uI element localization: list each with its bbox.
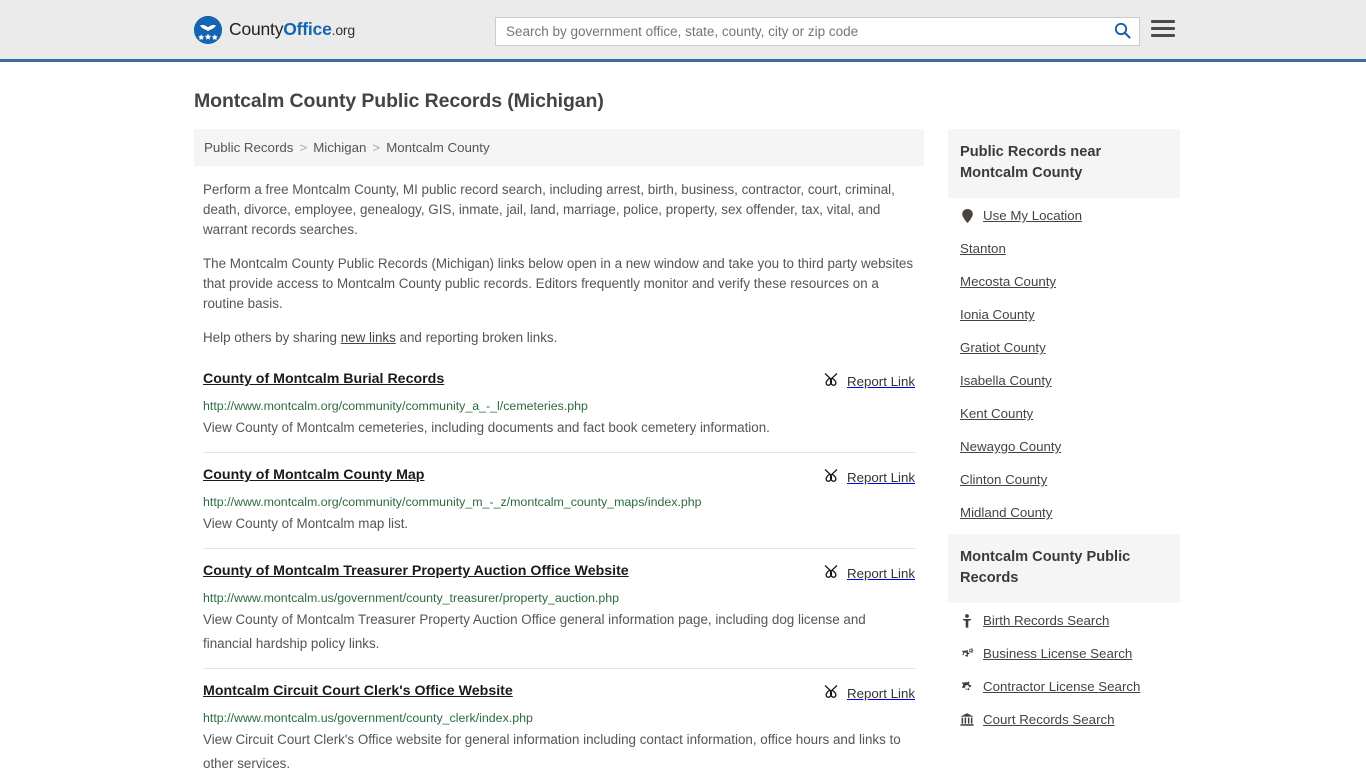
record-entry-url: http://www.montcalm.us/government/county… (203, 591, 619, 605)
sidebar-item-birth-records-search[interactable]: Birth Records Search (960, 603, 1168, 636)
record-entry-title[interactable]: County of Montcalm Treasurer Property Au… (203, 562, 643, 580)
sidebar-link-label[interactable]: Newaygo County (960, 439, 1061, 454)
record-entry-description: View County of Montcalm Treasurer Proper… (203, 612, 866, 651)
intro-paragraph-1: Perform a free Montcalm County, MI publi… (203, 182, 895, 237)
sidebar-link-label[interactable]: Mecosta County (960, 274, 1056, 289)
cogs-icon (960, 647, 974, 661)
breadcrumb-item-public-records[interactable]: Public Records (204, 140, 293, 155)
report-link-label: Report Link (847, 566, 915, 581)
sidebar-item-mecosta-county[interactable]: Mecosta County (960, 264, 1168, 297)
record-entry-url: http://www.montcalm.org/community/commun… (203, 495, 702, 509)
record-entry: County of Montcalm County Map Report Lin… (203, 452, 915, 548)
sidebar-item-stanton[interactable]: Stanton (960, 231, 1168, 264)
report-link-button[interactable]: Report Link (823, 370, 915, 392)
sidebar-link-label[interactable]: Midland County (960, 505, 1052, 520)
sidebar-item-isabella-county[interactable]: Isabella County (960, 363, 1168, 396)
intro-text: Perform a free Montcalm County, MI publi… (194, 180, 924, 348)
courthouse-icon (960, 713, 974, 726)
record-entry: Montcalm Circuit Court Clerk's Office We… (203, 668, 915, 768)
sidebar-link-label[interactable]: Gratiot County (960, 340, 1046, 355)
report-link-label: Report Link (847, 374, 915, 389)
sidebar-link-label[interactable]: Court Records Search (983, 712, 1115, 727)
breadcrumb-item-michigan[interactable]: Michigan (313, 140, 366, 155)
record-entry-description: View County of Montcalm map list. (203, 516, 409, 531)
broken-link-icon (823, 467, 839, 488)
baby-icon (960, 613, 974, 628)
report-link-button[interactable]: Report Link (823, 562, 915, 584)
sidebar-item-ionia-county[interactable]: Ionia County (960, 297, 1168, 330)
main-content: Public Records > Michigan > Montcalm Cou… (194, 129, 924, 768)
report-link-label: Report Link (847, 686, 915, 701)
sidebar-link-label[interactable]: Contractor License Search (983, 679, 1140, 694)
broken-link-icon (823, 683, 839, 704)
sidebar-link-label[interactable]: Business License Search (983, 646, 1132, 661)
hamburger-bar (1151, 27, 1175, 30)
sidebar-link-label[interactable]: Clinton County (960, 472, 1047, 487)
page-title: Montcalm County Public Records (Michigan… (194, 90, 604, 112)
report-link-button[interactable]: Report Link (823, 682, 915, 704)
sidebar-link-label[interactable]: Use My Location (983, 208, 1082, 223)
sidebar-link-label[interactable]: Isabella County (960, 373, 1052, 388)
search-button[interactable] (1105, 18, 1139, 45)
sidebar-link-label[interactable]: Kent County (960, 406, 1033, 421)
page-body: Montcalm County Public Records (Michigan… (0, 90, 1366, 768)
logo-text-office: Office (283, 19, 332, 39)
new-links-link[interactable]: new links (341, 330, 396, 345)
site-header: CountyOffice.org (0, 0, 1366, 62)
sidebar-link-label[interactable]: Birth Records Search (983, 613, 1109, 628)
search-input[interactable] (496, 18, 1105, 45)
record-link-list: County of Montcalm Burial Records Report… (194, 362, 924, 768)
breadcrumb: Public Records > Michigan > Montcalm Cou… (194, 129, 924, 166)
sidebar-item-court-records-search[interactable]: Court Records Search (960, 702, 1168, 735)
gear-icon (960, 680, 974, 694)
sidebar-records-section: Montcalm County Public Records Birth Rec… (948, 534, 1180, 735)
hamburger-menu-icon[interactable] (1151, 20, 1175, 37)
sidebar-item-clinton-county[interactable]: Clinton County (960, 462, 1168, 495)
sidebar-item-kent-county[interactable]: Kent County (960, 396, 1168, 429)
site-logo[interactable]: CountyOffice.org (194, 15, 356, 44)
sidebar: Public Records near Montcalm County Use … (948, 129, 1180, 768)
sidebar-link-label[interactable]: Ionia County (960, 307, 1035, 322)
record-entry-description: View Circuit Court Clerk's Office websit… (203, 732, 901, 768)
intro-paragraph-3-after: and reporting broken links. (395, 330, 558, 345)
sidebar-item-midland-county[interactable]: Midland County (960, 495, 1168, 528)
sidebar-item-newaygo-county[interactable]: Newaygo County (960, 429, 1168, 462)
sidebar-nearby-heading: Public Records near Montcalm County (948, 129, 1180, 198)
record-entry-url: http://www.montcalm.us/government/county… (203, 711, 533, 725)
breadcrumb-separator: > (299, 140, 308, 155)
report-link-button[interactable]: Report Link (823, 466, 915, 488)
sidebar-item-use-my-location[interactable]: Use My Location (960, 198, 1168, 231)
record-entry: County of Montcalm Burial Records Report… (203, 362, 915, 452)
sidebar-item-contractor-license-search[interactable]: Contractor License Search (960, 669, 1168, 702)
intro-paragraph-2: The Montcalm County Public Records (Mich… (203, 256, 914, 311)
record-entry-url: http://www.montcalm.org/community/commun… (203, 399, 588, 413)
intro-paragraph-3-before: Help others by sharing (203, 330, 341, 345)
sidebar-link-label[interactable]: Stanton (960, 241, 1006, 256)
sidebar-item-business-license-search[interactable]: Business License Search (960, 636, 1168, 669)
eagle-shield-logo-icon (194, 15, 222, 44)
record-entry: County of Montcalm Treasurer Property Au… (203, 548, 915, 668)
hamburger-bar (1151, 20, 1175, 23)
record-entry-title[interactable]: County of Montcalm County Map (203, 466, 438, 484)
breadcrumb-separator: > (372, 140, 381, 155)
sidebar-records-heading: Montcalm County Public Records (948, 534, 1180, 603)
broken-link-icon (823, 371, 839, 392)
record-entry-title[interactable]: Montcalm Circuit Court Clerk's Office We… (203, 682, 527, 700)
map-pin-icon (960, 208, 974, 223)
hamburger-bar (1151, 34, 1175, 37)
breadcrumb-item-montcalm-county: Montcalm County (386, 140, 490, 155)
record-entry-description: View County of Montcalm cemeteries, incl… (203, 420, 770, 435)
report-link-label: Report Link (847, 470, 915, 485)
broken-link-icon (823, 563, 839, 584)
logo-text-org: .org (331, 22, 356, 38)
record-entry-title[interactable]: County of Montcalm Burial Records (203, 370, 458, 388)
logo-text-county: County (229, 19, 284, 39)
search-icon (1114, 22, 1131, 42)
search-bar (495, 17, 1140, 46)
intro-paragraph-3: Help others by sharing new links and rep… (203, 328, 915, 348)
sidebar-item-gratiot-county[interactable]: Gratiot County (960, 330, 1168, 363)
sidebar-nearby-section: Public Records near Montcalm County Use … (948, 129, 1180, 528)
